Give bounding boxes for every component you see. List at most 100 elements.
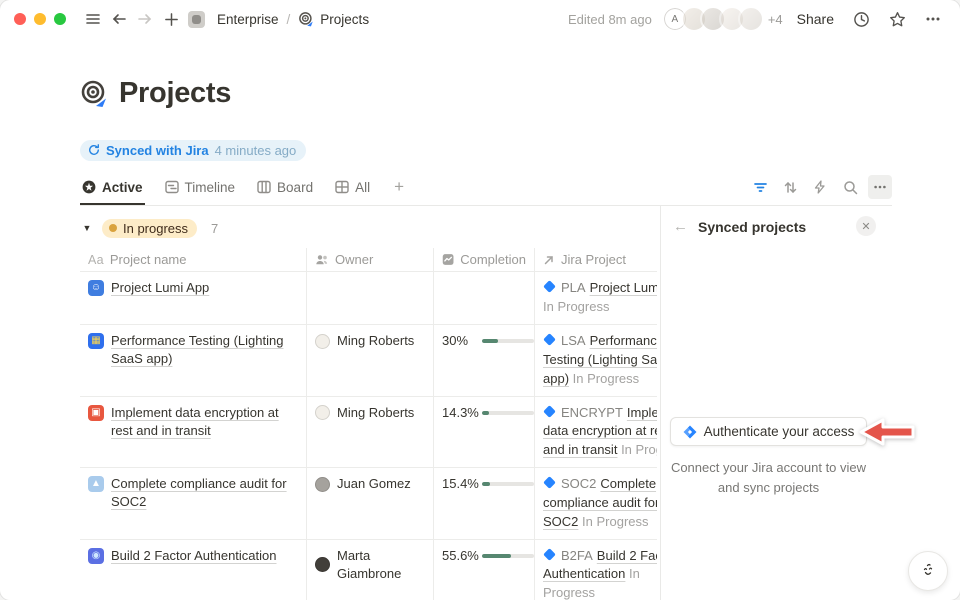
ai-face-icon	[919, 562, 937, 580]
completion-cell[interactable]: 15.4%	[434, 468, 535, 539]
owner-name: Marta Giambrone	[337, 547, 425, 583]
owner-cell[interactable]	[307, 272, 434, 324]
column-header-owner[interactable]: Owner	[307, 248, 434, 271]
completion-cell[interactable]: 30%	[434, 325, 535, 396]
table-row[interactable]: ☺ Project Lumi App	[80, 272, 657, 325]
project-name[interactable]: Performance Testing (Lighting SaaS app)	[111, 332, 298, 368]
notion-ai-face-button[interactable]	[908, 551, 948, 591]
tab-board-label: Board	[277, 180, 313, 195]
table-row[interactable]: ▦ Performance Testing (Lighting SaaS app…	[80, 325, 657, 397]
column-header-completion[interactable]: Completion	[434, 248, 535, 271]
active-view-icon	[82, 180, 96, 194]
search-icon[interactable]	[838, 175, 862, 199]
chart-icon	[442, 253, 454, 266]
owner-avatar	[315, 477, 330, 492]
jira-sync-badge[interactable]: Synced with Jira 4 minutes ago	[80, 140, 306, 161]
project-name[interactable]: Project Lumi App	[111, 279, 209, 297]
table-row[interactable]: ▣ Implement data encryption at rest and …	[80, 397, 657, 469]
automations-lightning-icon[interactable]	[808, 175, 832, 199]
completion-percent: 14.3%	[442, 404, 475, 422]
jira-key: PLA	[561, 280, 586, 295]
table-row[interactable]: ▲ Complete compliance audit for SOC2 Jua…	[80, 468, 657, 540]
group-count: 7	[211, 221, 218, 236]
close-window-button[interactable]	[14, 13, 26, 25]
completion-cell[interactable]: 55.6%	[434, 540, 535, 600]
more-options-icon[interactable]	[920, 6, 946, 32]
sync-refresh-icon	[88, 144, 100, 156]
filter-icon[interactable]	[748, 175, 772, 199]
authenticate-button-label: Authenticate your access	[704, 424, 855, 439]
completion-cell[interactable]	[434, 272, 535, 324]
tab-all[interactable]: All	[333, 176, 372, 205]
sync-time: 4 minutes ago	[215, 143, 297, 158]
avatar-overflow-count[interactable]: +4	[768, 12, 783, 27]
page-title-target-icon[interactable]	[80, 80, 107, 107]
avatar[interactable]	[738, 6, 764, 32]
panel-close-icon[interactable]: ✕	[856, 216, 876, 236]
table-row[interactable]: ◉ Build 2 Factor Authentication Marta Gi…	[80, 540, 657, 600]
authenticate-access-button[interactable]: Authenticate your access	[670, 417, 868, 446]
jira-project-name[interactable]: Project Lumi App	[590, 280, 657, 295]
breadcrumb-workspace[interactable]: Enterprise	[217, 12, 279, 27]
owner-avatar	[315, 557, 330, 572]
jira-project-cell[interactable]: B2FABuild 2 Factor Authentication In Pro…	[535, 540, 657, 600]
back-icon[interactable]	[106, 6, 132, 32]
sort-icon[interactable]	[778, 175, 802, 199]
page-target-icon	[298, 11, 314, 27]
jira-project-cell[interactable]: LSAPerformance Testing (Lighting SaaS ap…	[535, 325, 657, 396]
new-page-icon[interactable]	[158, 6, 184, 32]
tab-timeline[interactable]: Timeline	[163, 176, 238, 205]
minimize-window-button[interactable]	[34, 13, 46, 25]
jira-project-cell[interactable]: PLAProject Lumi App In Progress	[535, 272, 657, 324]
column-header-jira-project[interactable]: Jira Project	[535, 248, 657, 271]
owner-cell[interactable]: Juan Gomez	[307, 468, 434, 539]
project-icon: ▲	[88, 476, 104, 492]
page-title[interactable]: Projects	[119, 77, 231, 110]
share-button[interactable]: Share	[793, 9, 838, 29]
project-name-cell[interactable]: ◉ Build 2 Factor Authentication	[80, 540, 307, 600]
panel-back-icon[interactable]: ←	[673, 218, 688, 235]
annotation-arrow-icon	[858, 416, 916, 448]
group-status-badge[interactable]: In progress	[102, 219, 197, 238]
breadcrumb-page[interactable]: Projects	[320, 12, 369, 27]
board-view-icon	[257, 180, 271, 194]
jira-project-cell[interactable]: SOC2Complete compliance audit for SOC2 I…	[535, 468, 657, 539]
progress-bar	[482, 411, 534, 415]
history-clock-icon[interactable]	[848, 6, 874, 32]
tab-active[interactable]: Active	[80, 176, 145, 205]
breadcrumb-separator: /	[287, 12, 291, 27]
tab-active-label: Active	[102, 180, 143, 195]
owner-cell[interactable]: Marta Giambrone	[307, 540, 434, 600]
owner-name: Ming Roberts	[337, 332, 414, 350]
completion-cell[interactable]: 14.3%	[434, 397, 535, 468]
owner-cell[interactable]: Ming Roberts	[307, 397, 434, 468]
owner-cell[interactable]: Ming Roberts	[307, 325, 434, 396]
sidebar-toggle-icon[interactable]	[80, 6, 106, 32]
project-name-cell[interactable]: ▦ Performance Testing (Lighting SaaS app…	[80, 325, 307, 396]
sync-label: Synced with Jira	[106, 143, 209, 158]
view-more-icon[interactable]	[868, 175, 892, 199]
project-name-cell[interactable]: ▣ Implement data encryption at rest and …	[80, 397, 307, 468]
group-collapse-toggle-icon[interactable]: ▼	[80, 223, 94, 233]
group-status-label: In progress	[123, 221, 188, 236]
add-view-icon[interactable]: +	[390, 177, 408, 203]
project-name-cell[interactable]: ☺ Project Lumi App	[80, 272, 307, 324]
text-property-icon: Aa	[88, 253, 104, 267]
panel-caption: Connect your Jira account to view and sy…	[669, 458, 869, 497]
column-header-project-name[interactable]: Aa Project name	[80, 248, 307, 271]
favorite-star-icon[interactable]	[884, 6, 910, 32]
jira-project-cell[interactable]: ENCRYPTImplement data encryption at rest…	[535, 397, 657, 468]
zoom-window-button[interactable]	[54, 13, 66, 25]
panel-title: Synced projects	[698, 219, 806, 235]
completion-percent: 15.4%	[442, 475, 475, 493]
progress-bar	[482, 554, 534, 558]
people-icon	[315, 253, 329, 267]
project-name[interactable]: Build 2 Factor Authentication	[111, 547, 277, 565]
project-name[interactable]: Complete compliance audit for SOC2	[111, 475, 298, 511]
forward-icon[interactable]	[132, 6, 158, 32]
view-tabs: Active Timeline Board All	[80, 175, 892, 206]
project-name[interactable]: Implement data encryption at rest and in…	[111, 404, 298, 440]
tab-board[interactable]: Board	[255, 176, 315, 205]
project-name-cell[interactable]: ▲ Complete compliance audit for SOC2	[80, 468, 307, 539]
collaborator-avatars[interactable]: A +4	[662, 6, 783, 32]
